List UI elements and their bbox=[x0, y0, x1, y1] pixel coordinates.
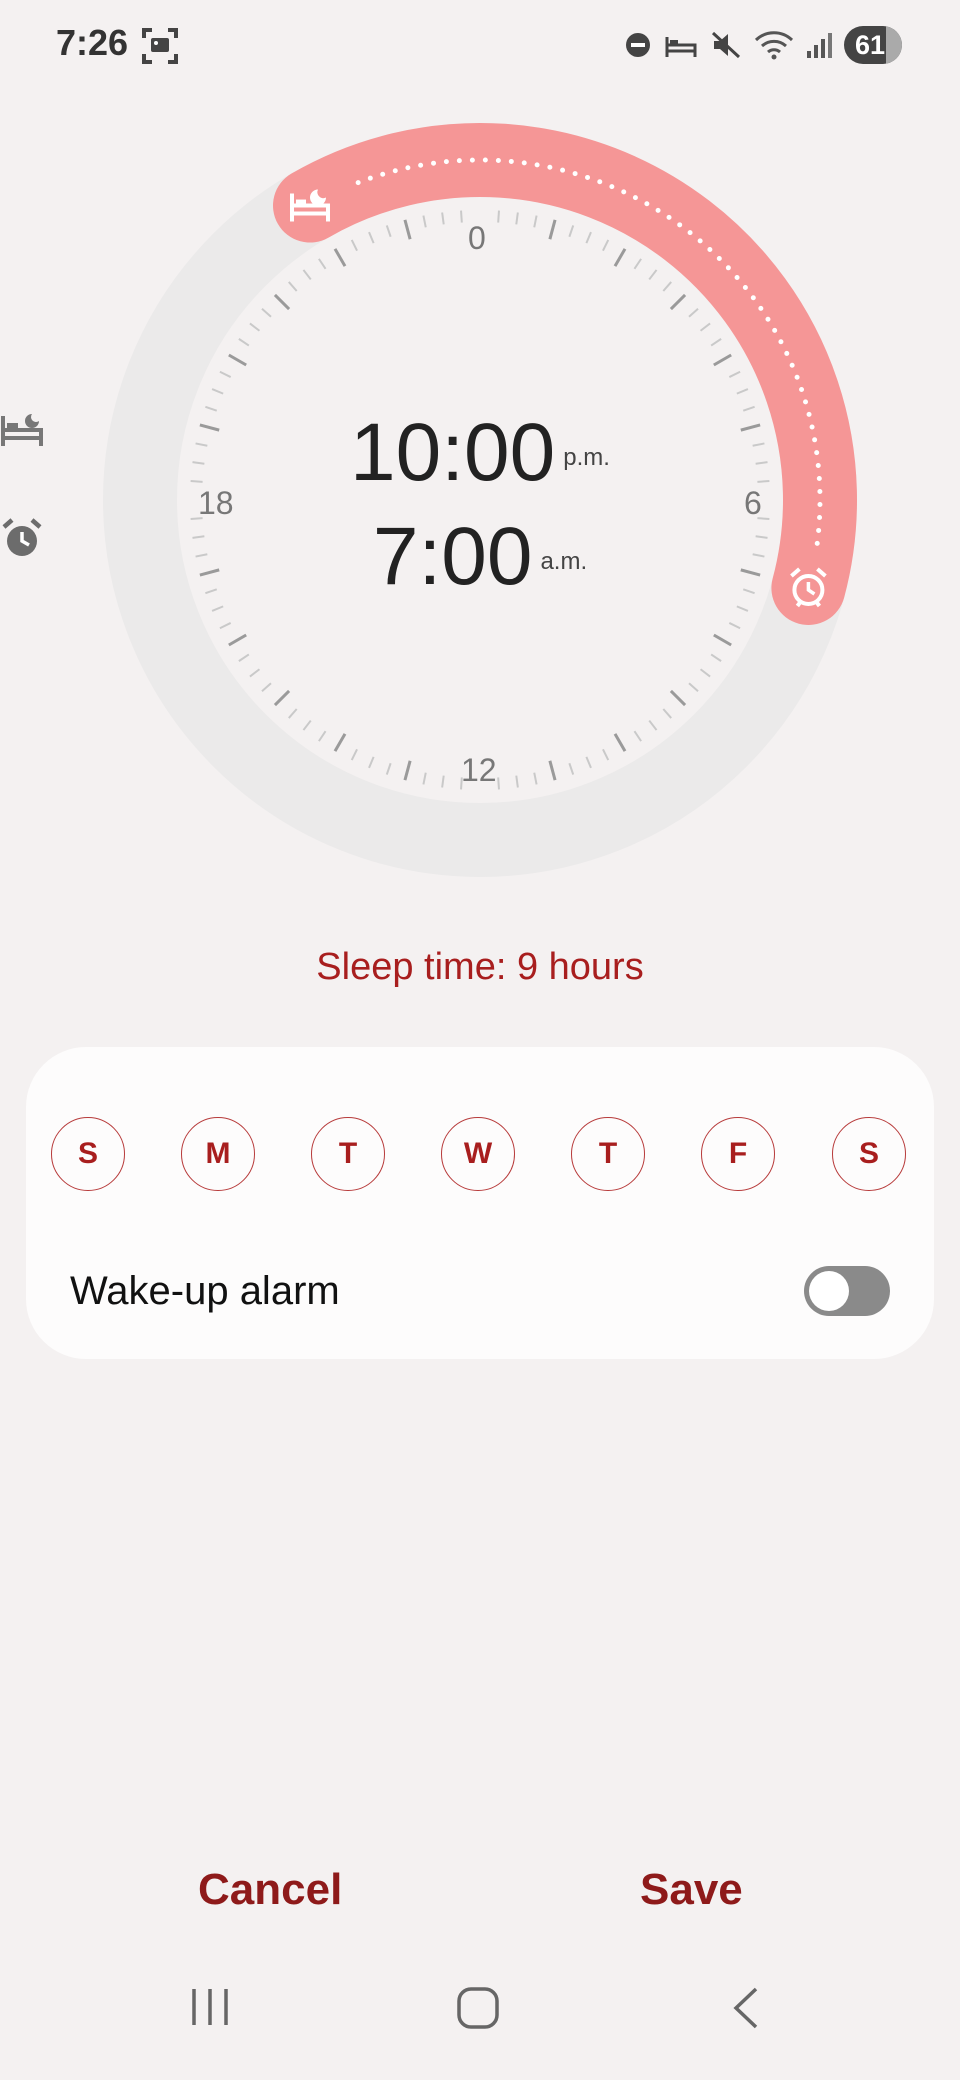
day-thursday[interactable]: T bbox=[571, 1117, 645, 1191]
dial-tick bbox=[460, 210, 463, 223]
sleep-duration: Sleep time: 9 hours bbox=[316, 946, 644, 988]
day-tuesday[interactable]: T bbox=[311, 1117, 385, 1191]
navigation-bar bbox=[0, 1985, 960, 2055]
toggle-knob bbox=[809, 1271, 849, 1311]
wakeup-row[interactable]: 7:00 a.m. bbox=[0, 516, 960, 598]
day-monday[interactable]: M bbox=[181, 1117, 255, 1191]
cancel-button[interactable]: Cancel bbox=[198, 1865, 342, 1915]
wakeup-ampm: a.m. bbox=[540, 548, 588, 575]
day-friday[interactable]: F bbox=[701, 1117, 775, 1191]
bedtime-ampm: p.m. bbox=[563, 444, 610, 471]
save-button[interactable]: Save bbox=[640, 1865, 743, 1915]
bedtime-row[interactable]: 10:00 p.m. bbox=[0, 412, 960, 494]
wakeup-time: 7:00 bbox=[372, 511, 533, 602]
battery-icon: 61 bbox=[844, 26, 902, 64]
back-icon[interactable] bbox=[728, 1985, 762, 2031]
home-icon[interactable] bbox=[455, 1985, 503, 2033]
sleep-dial[interactable]: 0 6 12 18 10:00 p.m. 7:00 a.m. bbox=[0, 0, 960, 900]
dial-label-0: 0 bbox=[468, 220, 486, 256]
recent-apps-icon[interactable] bbox=[188, 1985, 232, 2029]
day-saturday[interactable]: S bbox=[832, 1117, 906, 1191]
wake-up-alarm-label: Wake-up alarm bbox=[70, 1269, 340, 1313]
bed-icon bbox=[1, 414, 43, 446]
day-sunday[interactable]: S bbox=[51, 1117, 125, 1191]
schedule-card: S M T W T F S Wake-up alarm bbox=[26, 1047, 934, 1359]
dial-label-12: 12 bbox=[461, 752, 497, 788]
wake-up-alarm-toggle[interactable] bbox=[804, 1266, 890, 1316]
dial-tick bbox=[497, 210, 500, 223]
bedtime-time: 10:00 bbox=[350, 407, 556, 498]
day-wednesday[interactable]: W bbox=[441, 1117, 515, 1191]
battery-level: 61 bbox=[854, 30, 886, 60]
dial-tick bbox=[497, 777, 500, 790]
alarm-clock-icon bbox=[2, 518, 42, 556]
